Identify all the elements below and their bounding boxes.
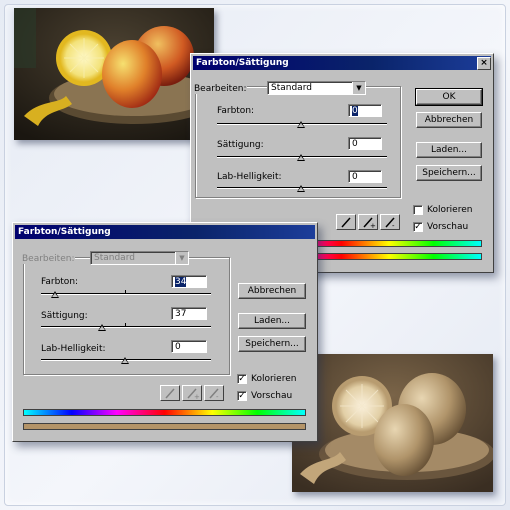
hue-slider-track[interactable]: [41, 290, 211, 295]
hue-field[interactable]: 0: [348, 104, 382, 117]
input-spectrum-bar: [23, 409, 306, 416]
hue-label: Farbton:: [217, 106, 255, 116]
preview-checkbox[interactable]: ✓: [413, 222, 423, 232]
cancel-button[interactable]: Abbrechen: [238, 283, 306, 299]
saturation-slider-thumb[interactable]: [98, 324, 106, 331]
lightness-label: Lab-Helligkeit:: [217, 172, 282, 182]
hue-saturation-dialog-front: Farbton/Sättigung Bearbeiten: Standard ▼…: [12, 222, 318, 442]
colorize-checkbox[interactable]: ✓: [237, 374, 247, 384]
colorize-checkbox[interactable]: [413, 205, 423, 215]
eyedropper-minus-icon[interactable]: -: [204, 385, 224, 401]
eyedropper-minus-icon[interactable]: -: [380, 214, 400, 230]
edit-label: Bearbeiten:: [193, 84, 248, 94]
eyedropper-icon[interactable]: [160, 385, 180, 401]
edit-select[interactable]: Standard ▼: [267, 81, 366, 95]
preview-label: Vorschau: [427, 222, 469, 232]
save-button[interactable]: Speichern...: [416, 165, 482, 181]
load-button[interactable]: Laden...: [416, 142, 482, 158]
svg-text:-: -: [216, 393, 219, 400]
load-button[interactable]: Laden...: [238, 313, 306, 329]
saturation-slider-track[interactable]: [41, 323, 211, 328]
colorize-label: Kolorieren: [251, 374, 297, 384]
cancel-button[interactable]: Abbrechen: [416, 112, 482, 128]
edit-select-value: Standard: [94, 253, 135, 263]
colorize-label: Kolorieren: [427, 205, 473, 215]
hue-label: Farbton:: [41, 277, 79, 287]
saturation-label: Sättigung:: [41, 311, 88, 321]
lightness-label: Lab-Helligkeit:: [41, 344, 106, 354]
ok-button[interactable]: OK: [415, 88, 483, 106]
chevron-down-icon[interactable]: ▼: [352, 82, 365, 94]
color-still-life-photo: [14, 8, 214, 140]
output-colorized-bar: [23, 423, 306, 430]
preview-label: Vorschau: [251, 391, 293, 401]
hue-slider-thumb[interactable]: [51, 291, 59, 298]
preview-checkbox[interactable]: ✓: [237, 391, 247, 401]
svg-text:+: +: [370, 222, 376, 229]
sepia-still-life-photo: [292, 354, 493, 492]
lightness-slider-thumb[interactable]: [121, 357, 129, 364]
close-icon[interactable]: ×: [477, 57, 491, 70]
lightness-field[interactable]: 0: [348, 170, 382, 183]
saturation-slider-thumb[interactable]: [297, 154, 305, 161]
chevron-down-icon[interactable]: ▼: [175, 252, 188, 264]
save-button[interactable]: Speichern...: [238, 336, 306, 352]
saturation-field[interactable]: 37: [171, 307, 207, 320]
svg-text:-: -: [392, 222, 395, 229]
svg-text:+: +: [194, 393, 200, 400]
edit-select[interactable]: Standard ▼: [90, 251, 189, 265]
lightness-slider-thumb[interactable]: [297, 185, 305, 192]
hue-field[interactable]: 34: [171, 275, 207, 288]
eyedropper-plus-icon[interactable]: +: [358, 214, 378, 230]
hue-slider-thumb[interactable]: [297, 121, 305, 128]
eyedropper-plus-icon[interactable]: +: [182, 385, 202, 401]
saturation-field[interactable]: 0: [348, 137, 382, 150]
dialog-title: Farbton/Sättigung: [193, 56, 491, 70]
edit-select-value: Standard: [271, 83, 312, 93]
dialog-title: Farbton/Sättigung: [15, 225, 315, 239]
lightness-field[interactable]: 0: [171, 340, 207, 353]
edit-label: Bearbeiten:: [21, 254, 76, 264]
eyedropper-icon[interactable]: [336, 214, 356, 230]
saturation-label: Sättigung:: [217, 140, 264, 150]
